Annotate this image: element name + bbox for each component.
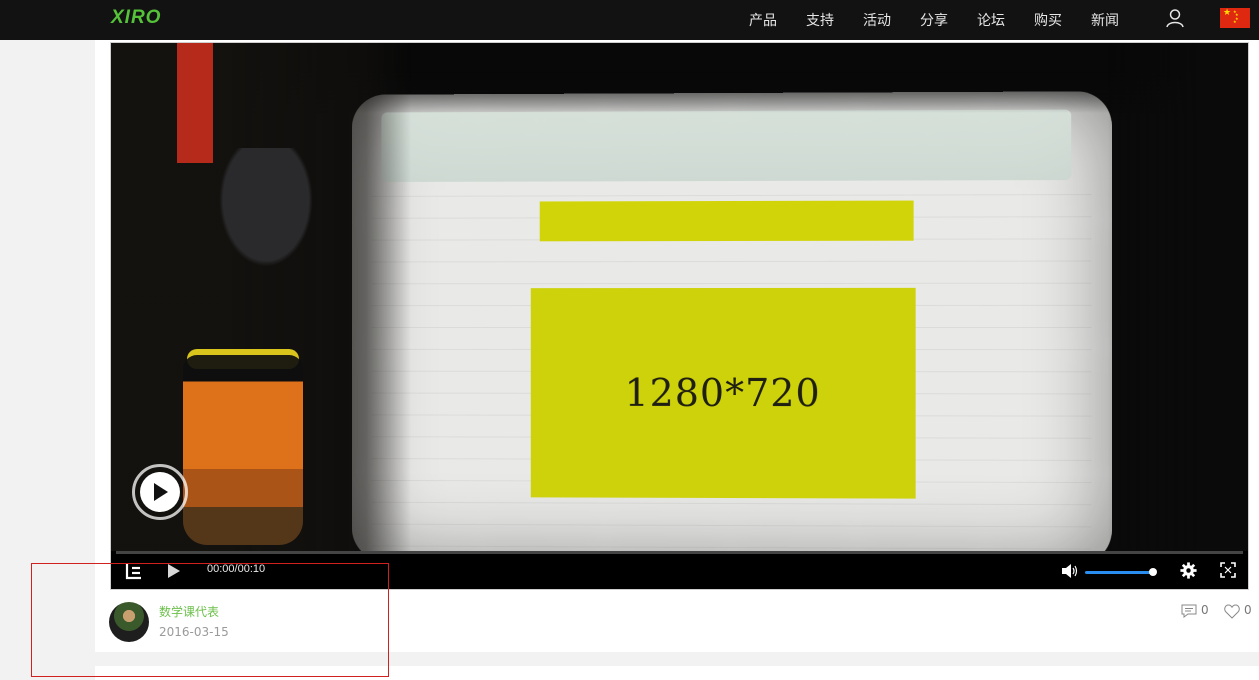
yellow-cell-top [539, 200, 914, 242]
comment-count: 0 [1201, 603, 1209, 617]
big-play-button[interactable] [132, 464, 188, 520]
spreadsheet-toolbar [381, 109, 1072, 182]
nav-item-support[interactable]: 支持 [806, 10, 834, 30]
nav-item-buy[interactable]: 购买 [1034, 10, 1062, 30]
video-shadow-right [1108, 43, 1248, 551]
resolution-text: 1280*720 [624, 370, 821, 416]
video-frame[interactable]: 1280*720 [111, 43, 1248, 551]
nav-item-products[interactable]: 产品 [749, 10, 777, 30]
nav-item-forum[interactable]: 论坛 [977, 10, 1005, 30]
volume-icon[interactable] [1061, 563, 1079, 579]
xiro-logo[interactable]: XIRO [111, 7, 161, 29]
progress-bar[interactable] [116, 551, 1243, 554]
like-count: 0 [1244, 603, 1252, 617]
video-person [211, 148, 321, 278]
nav-item-share[interactable]: 分享 [920, 10, 948, 30]
highlight-box [31, 563, 389, 677]
nav-item-activities[interactable]: 活动 [863, 10, 891, 30]
comment-icon[interactable] [1181, 604, 1197, 618]
volume-knob[interactable] [1149, 568, 1157, 576]
heart-icon[interactable] [1224, 604, 1240, 619]
video-player[interactable]: 1280*720 00:00/00:10 [110, 42, 1249, 590]
play-icon [140, 472, 180, 512]
video-cup [183, 355, 303, 545]
fullscreen-icon[interactable] [1220, 562, 1236, 578]
nav-item-news[interactable]: 新闻 [1091, 10, 1119, 30]
top-navbar: XIRO 产品 支持 活动 分享 论坛 购买 新闻 ★ ★ ★ ★ ★ [0, 0, 1259, 40]
user-icon[interactable] [1165, 8, 1185, 28]
main-nav: 产品 支持 活动 分享 论坛 购买 新闻 [720, 0, 1119, 40]
video-red-object [177, 43, 213, 163]
gear-icon[interactable] [1180, 562, 1197, 579]
monitor-in-video: 1280*720 [351, 91, 1112, 551]
china-flag-icon[interactable]: ★ ★ ★ ★ ★ [1220, 8, 1250, 28]
volume-slider[interactable] [1085, 571, 1153, 574]
yellow-cell-main: 1280*720 [530, 287, 916, 499]
